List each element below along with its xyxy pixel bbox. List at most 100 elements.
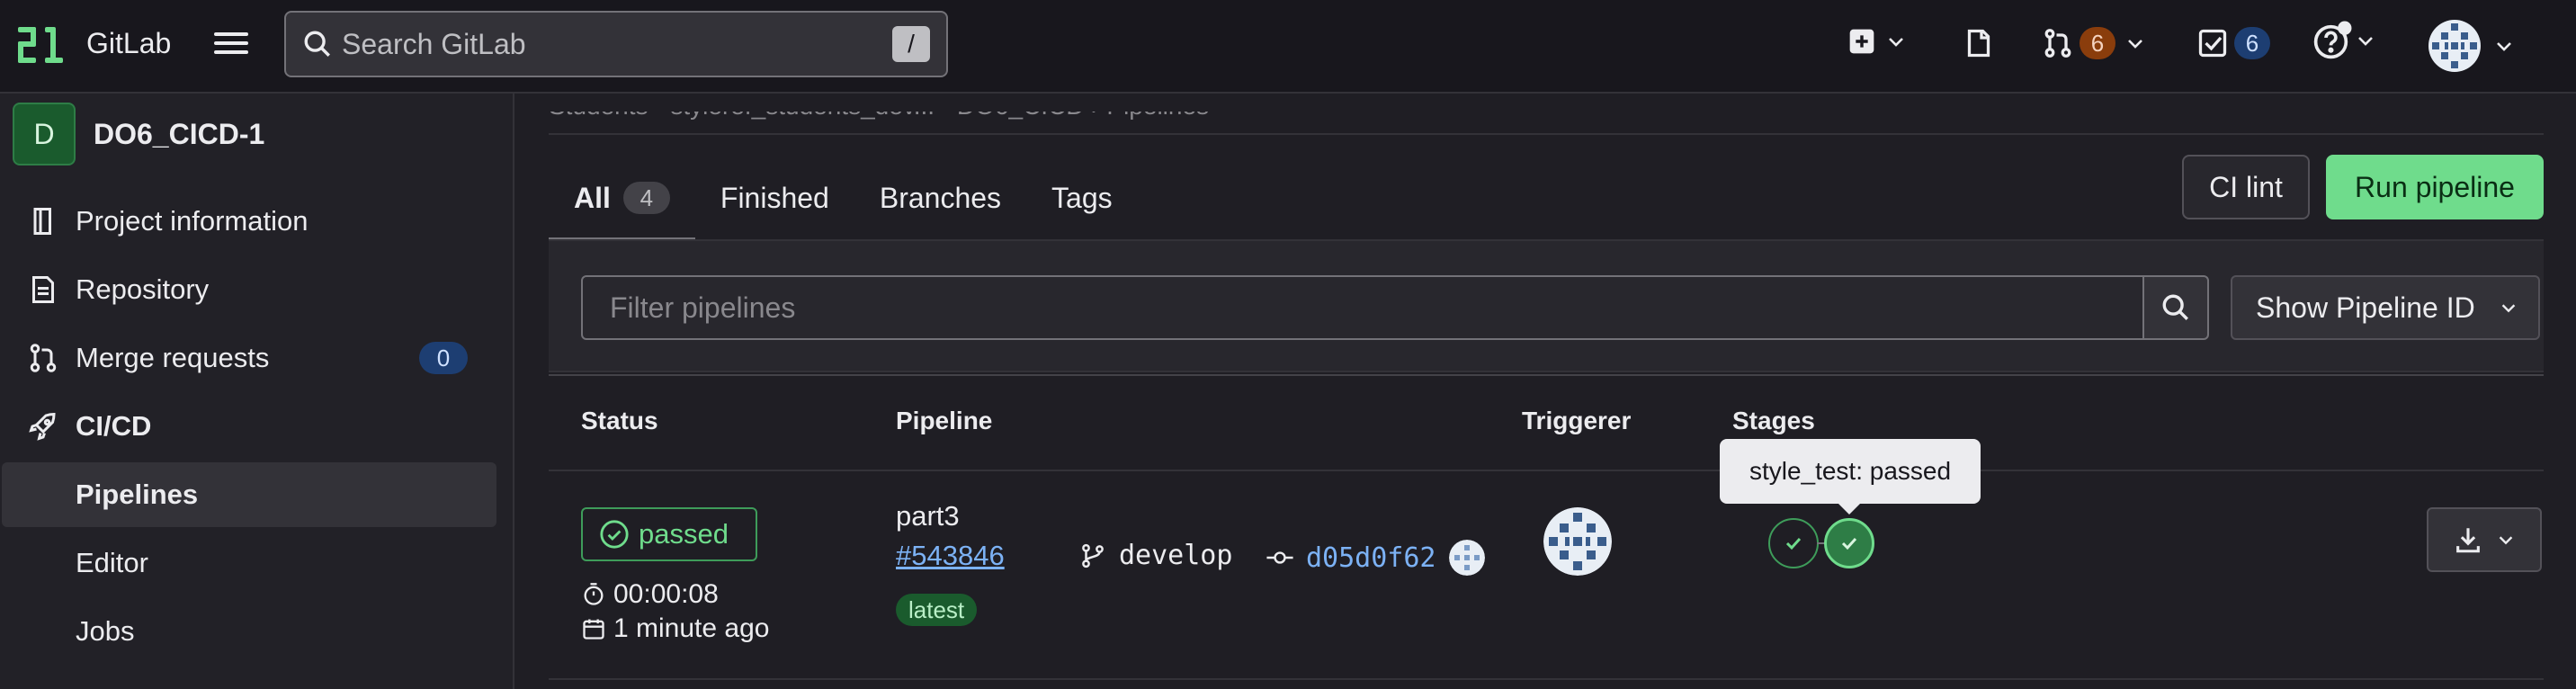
- pipeline-duration: 00:00:08: [581, 579, 719, 610]
- help-icon: [2313, 21, 2352, 59]
- merge-request-icon: [30, 344, 57, 372]
- create-new-dropdown[interactable]: [1847, 27, 1907, 56]
- issues-icon: [1967, 29, 1990, 58]
- search-icon: [304, 31, 330, 57]
- latest-badge: latest: [896, 594, 978, 626]
- todos-link[interactable]: 6: [2196, 27, 2270, 59]
- filter-bar: Show Pipeline ID: [549, 241, 2544, 372]
- show-pipeline-id-label: Show Pipeline ID: [2256, 291, 2475, 324]
- sidebar-item-pipelines[interactable]: Pipelines: [2, 462, 496, 527]
- chevron-down-icon: [2358, 37, 2373, 46]
- column-triggerer: Triggerer: [1522, 407, 1632, 434]
- table-row: passed 00:00:08 1 minute ago part3 #5438…: [549, 439, 2544, 680]
- status-badge[interactable]: passed: [581, 507, 757, 561]
- main-content: Students · styleref_students_dev... · DO…: [516, 94, 2576, 689]
- merge-request-icon: [2044, 29, 2071, 58]
- tab-finished[interactable]: Finished: [695, 155, 854, 241]
- tab-label: All: [574, 181, 611, 214]
- search-icon: [2162, 294, 2188, 320]
- merge-requests-badge: 6: [2080, 27, 2115, 59]
- pipeline-commit[interactable]: d05d0f62: [1265, 540, 1485, 576]
- triggerer-avatar[interactable]: [1543, 507, 1612, 576]
- plus-square-icon: [1849, 29, 1874, 54]
- pipeline-finished-time: 1 minute ago: [581, 613, 769, 644]
- merge-requests-count-badge: 0: [419, 342, 468, 374]
- duration-value: 00:00:08: [613, 579, 719, 609]
- tab-label: Tags: [1051, 181, 1113, 214]
- download-artifacts-dropdown[interactable]: [2427, 507, 2542, 572]
- chevron-down-icon: [2501, 304, 2516, 313]
- finished-time-value: 1 minute ago: [613, 613, 770, 643]
- sidebar-item-label: Project information: [76, 205, 309, 237]
- sidebar-item-editor[interactable]: Editor: [0, 531, 514, 595]
- column-status: Status: [581, 407, 658, 434]
- sidebar-item-repository[interactable]: Repository: [0, 257, 514, 322]
- sidebar-item-label: Editor: [76, 547, 148, 578]
- gitlab-logo-icon[interactable]: [16, 23, 68, 67]
- chevron-down-icon: [1889, 38, 1903, 47]
- sidebar-item-label: Jobs: [76, 615, 135, 647]
- tab-all[interactable]: All 4: [549, 155, 695, 241]
- branch-icon: [1082, 543, 1104, 568]
- search-input[interactable]: [342, 27, 892, 61]
- column-stages: Stages: [1732, 407, 1815, 434]
- filter-pipelines-input[interactable]: [610, 291, 2142, 325]
- project-avatar: D: [13, 103, 76, 166]
- tab-label: Finished: [720, 181, 829, 214]
- breadcrumb-divider: [549, 133, 2544, 135]
- sidebar-item-label: Repository: [76, 273, 210, 305]
- pipeline-id-link[interactable]: #543846: [896, 540, 1005, 572]
- help-dropdown[interactable]: [2312, 20, 2376, 61]
- chevron-down-icon: [2499, 536, 2513, 545]
- sidebar-item-cicd[interactable]: CI/CD: [0, 394, 514, 459]
- user-menu-dropdown[interactable]: [2428, 20, 2515, 72]
- issues-link[interactable]: [1963, 27, 1995, 59]
- sidebar-item-merge-requests[interactable]: Merge requests 0: [0, 326, 514, 390]
- sidebar-item-project-information[interactable]: Project information: [0, 189, 514, 254]
- sidebar-item-label: CI/CD: [76, 410, 152, 442]
- sidebar-item-label: Merge requests: [76, 342, 270, 373]
- breadcrumb[interactable]: Students · styleref_students_dev... · DO…: [549, 112, 1209, 121]
- merge-requests-dropdown[interactable]: 6: [2042, 27, 2146, 59]
- column-pipeline: Pipeline: [896, 407, 993, 434]
- pipeline-name: part3: [896, 500, 960, 532]
- ci-lint-button[interactable]: CI lint: [2182, 155, 2310, 219]
- search-box[interactable]: /: [284, 11, 948, 77]
- commit-icon: [1266, 551, 1293, 564]
- calendar-icon: [583, 619, 604, 640]
- project-name: DO6_CICD-1: [94, 117, 265, 150]
- pipelines-table-header: Status Pipeline Triggerer Stages: [549, 374, 2544, 471]
- check-circle-icon: [600, 520, 629, 549]
- chevron-down-icon: [2128, 40, 2142, 49]
- document-icon: [32, 276, 54, 303]
- check-icon: [1841, 537, 1857, 550]
- avatar: [2428, 20, 2481, 72]
- stage-style-test-button[interactable]: [1824, 518, 1874, 568]
- show-pipeline-id-dropdown[interactable]: Show Pipeline ID: [2231, 275, 2540, 340]
- commit-author-avatar[interactable]: [1448, 540, 1485, 576]
- chevron-down-icon: [2497, 42, 2511, 51]
- download-icon: [2456, 528, 2480, 553]
- run-pipeline-button[interactable]: Run pipeline: [2326, 155, 2544, 219]
- project-header[interactable]: D DO6_CICD-1: [13, 103, 264, 166]
- pipeline-branch[interactable]: develop: [1079, 540, 1232, 571]
- search-shortcut-key: /: [892, 26, 930, 62]
- filter-pipelines-field[interactable]: [581, 275, 2144, 340]
- sidebar: D DO6_CICD-1 Project information Reposit…: [0, 94, 514, 689]
- app-name[interactable]: GitLab: [86, 27, 171, 60]
- project-info-icon: [33, 208, 51, 235]
- check-icon: [1785, 537, 1802, 550]
- tab-tags[interactable]: Tags: [1026, 155, 1138, 241]
- sidebar-item-jobs[interactable]: Jobs: [0, 599, 514, 664]
- filter-search-button[interactable]: [2142, 275, 2209, 340]
- timer-icon: [584, 583, 604, 605]
- status-label: passed: [639, 518, 729, 550]
- menu-icon[interactable]: [210, 27, 252, 63]
- tab-count-badge: 4: [622, 182, 670, 214]
- todo-checkbox-icon: [2198, 29, 2227, 58]
- sidebar-item-label: Pipelines: [76, 479, 199, 510]
- stage-status-button[interactable]: [1768, 518, 1819, 568]
- tab-label: Branches: [879, 181, 1002, 214]
- tab-branches[interactable]: Branches: [854, 155, 1026, 241]
- top-bar: GitLab / 6 6: [0, 0, 2576, 94]
